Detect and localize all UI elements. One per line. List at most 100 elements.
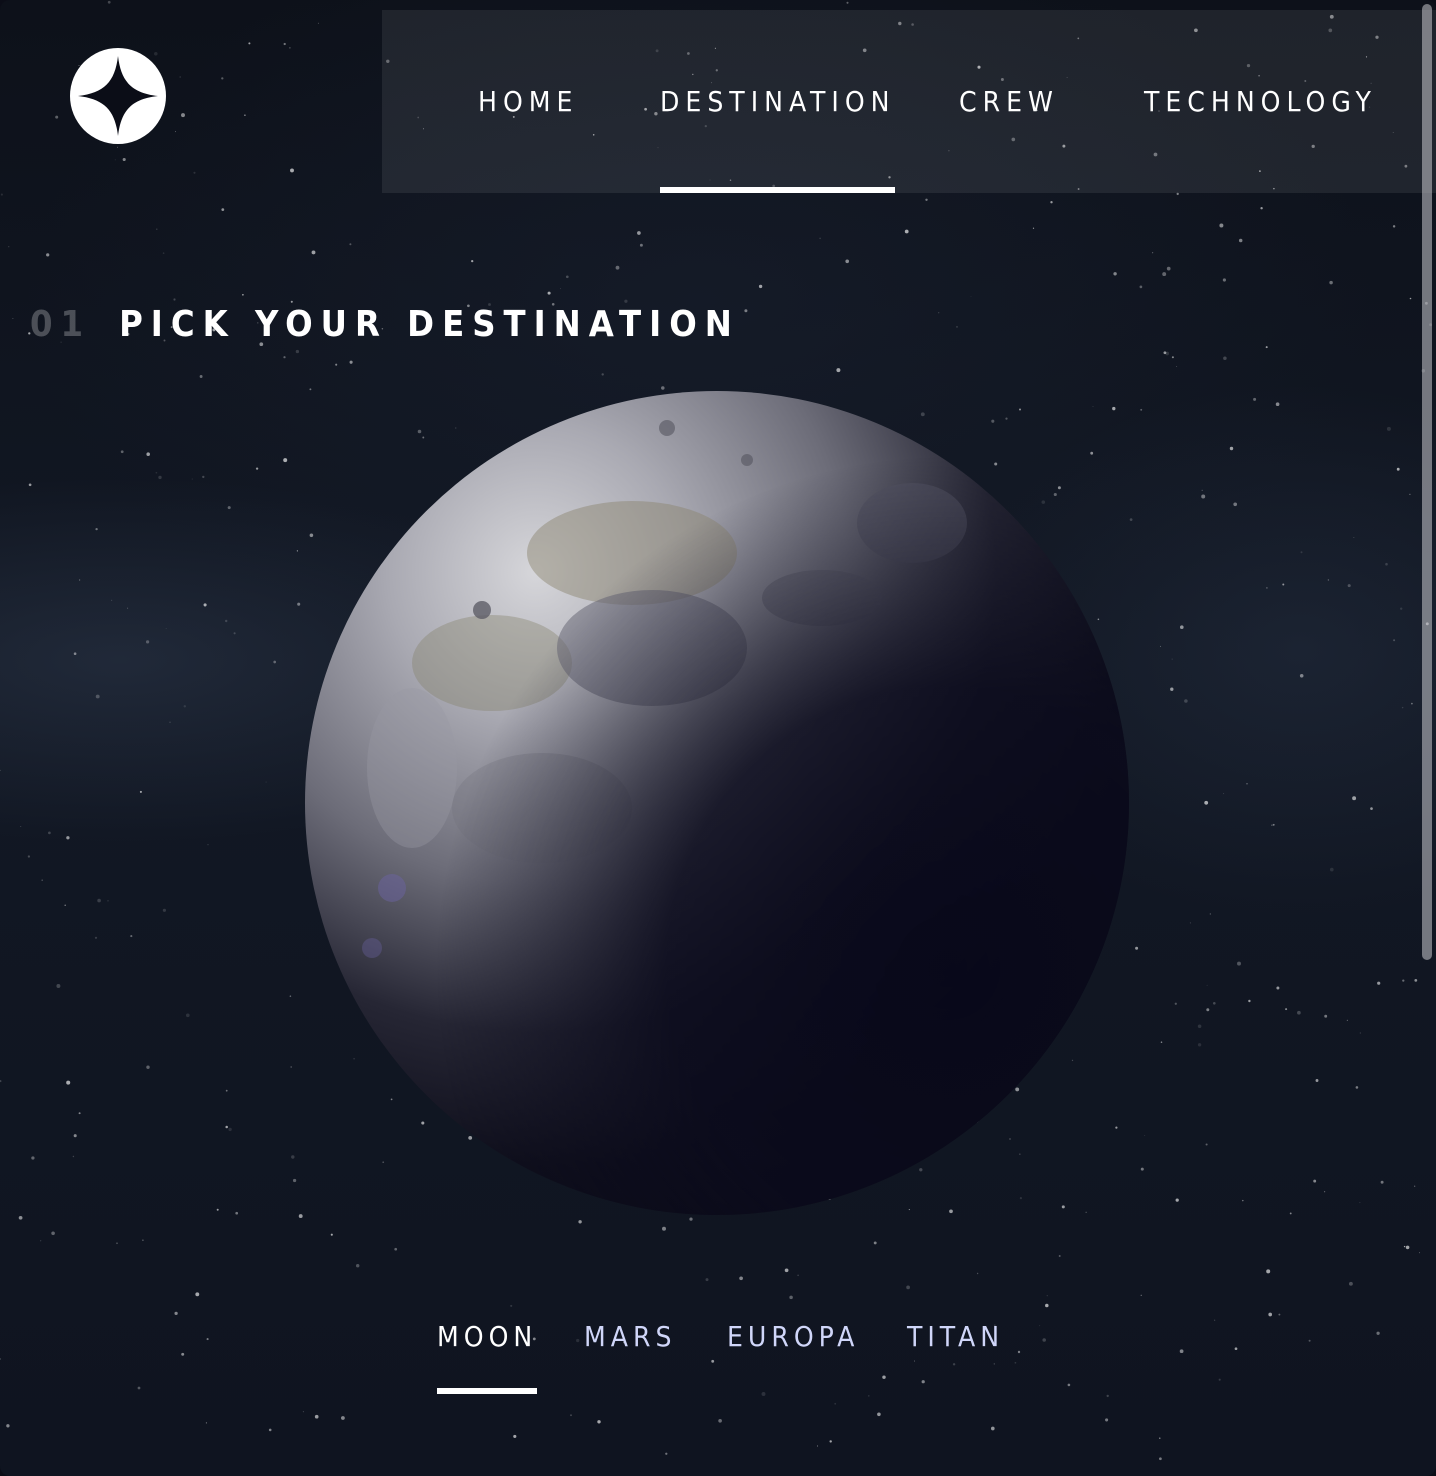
star-dot (162, 908, 166, 912)
star-dot (1419, 1252, 1421, 1254)
main-navigation: HOME DESTINATION CREW TECHNOLOGY (382, 10, 1436, 193)
star-dot (1359, 1032, 1362, 1034)
star-dot (868, 1395, 870, 1397)
star-dot (95, 527, 98, 531)
star-dot (314, 1414, 319, 1419)
star-dot (1209, 913, 1211, 915)
star-dot (28, 483, 32, 487)
destination-tabs: MOON MARS EUROPA TITAN (0, 1310, 1436, 1394)
star-dot (1144, 1134, 1146, 1136)
star-dot (1176, 366, 1178, 367)
star-dot (155, 471, 158, 474)
star-dot (207, 844, 209, 846)
destination-page: HOME DESTINATION CREW TECHNOLOGY 01 PICK… (0, 0, 1436, 1476)
star-dot (1163, 351, 1167, 355)
nav-item-technology[interactable]: TECHNOLOGY (1144, 10, 1377, 193)
star-dot (1174, 1002, 1177, 1005)
star-dot (834, 1402, 837, 1405)
nav-item-home[interactable]: HOME (478, 10, 578, 193)
star-dot (31, 1156, 35, 1160)
star-dot (122, 157, 126, 162)
star-dot (816, 1445, 819, 1447)
star-dot (1162, 272, 1167, 277)
star-dot (1205, 1143, 1208, 1146)
star-dot (938, 312, 940, 314)
star-dot (146, 452, 150, 456)
star-dot (1242, 1199, 1244, 1202)
star-dot (165, 627, 167, 630)
star-dot (1253, 397, 1257, 401)
star-dot (51, 1231, 55, 1236)
star-dot (224, 619, 228, 623)
star-dot (1409, 297, 1412, 300)
star-dot (1248, 999, 1251, 1003)
star-dot (1237, 961, 1241, 966)
star-dot (1271, 824, 1273, 826)
star-dot (1392, 225, 1396, 228)
page-title: 01 PICK YOUR DESTINATION (30, 296, 740, 352)
star-dot (1329, 280, 1333, 285)
star-dot (349, 360, 353, 364)
star-dot (1377, 981, 1381, 985)
nav-item-label: DESTINATION (660, 85, 896, 118)
star-dot (1212, 1001, 1216, 1005)
star-dot (289, 47, 291, 49)
star-dot (1405, 1245, 1410, 1250)
star-dot (784, 1268, 789, 1273)
star-dot (597, 1420, 601, 1424)
star-dot (64, 904, 66, 906)
star-dot (78, 1112, 81, 1115)
star-dot (349, 243, 352, 246)
star-dot (1106, 1394, 1109, 1398)
star-dot (1046, 1295, 1048, 1297)
star-dot (836, 368, 841, 373)
star-dot (1032, 227, 1035, 229)
tab-titan[interactable]: TITAN (907, 1310, 1004, 1394)
tab-europa[interactable]: EUROPA (727, 1310, 859, 1394)
active-tab-indicator (437, 1388, 538, 1394)
star-dot (12, 317, 14, 319)
star-dot (205, 1422, 207, 1424)
tab-moon[interactable]: MOON (437, 1310, 538, 1394)
star-dot (615, 265, 620, 270)
star-dot (1058, 1255, 1061, 1257)
star-dot (79, 579, 81, 581)
star-dot (1201, 494, 1206, 499)
nav-item-crew[interactable]: CREW (959, 10, 1059, 193)
star-dot (107, 0, 111, 4)
star-dot (1135, 946, 1139, 950)
star-dot (1206, 984, 1208, 986)
star-dot (744, 309, 748, 313)
star-dot (970, 296, 972, 298)
nav-item-destination[interactable]: DESTINATION (660, 10, 896, 193)
logo-icon[interactable] (70, 48, 166, 144)
star-dot (1380, 1180, 1384, 1184)
star-dot (1260, 207, 1263, 210)
star-dot (94, 936, 98, 939)
star-dot (705, 1278, 709, 1282)
star-dot (162, 252, 165, 254)
tab-label: TITAN (907, 1320, 1005, 1353)
star-dot (1238, 238, 1243, 243)
star-dot (56, 984, 61, 988)
star-dot (41, 879, 43, 881)
star-dot (1233, 502, 1238, 507)
star-dot (1050, 201, 1053, 204)
star-dot (221, 77, 224, 80)
star-dot (27, 855, 31, 858)
star-dot (1385, 562, 1388, 566)
star-dot (1411, 702, 1413, 705)
moon-planet-image (305, 391, 1129, 1215)
star-dot (1266, 587, 1268, 589)
star-dot (291, 1155, 295, 1159)
vertical-scrollbar[interactable] (1422, 4, 1432, 960)
tab-mars[interactable]: MARS (584, 1310, 676, 1394)
star-dot (1352, 796, 1357, 801)
star-dot (1266, 1269, 1271, 1274)
star-dot (1175, 1198, 1179, 1202)
star-dot (127, 607, 129, 609)
star-dot (1313, 1179, 1317, 1183)
star-dot (116, 1242, 118, 1245)
star-dot (73, 652, 77, 656)
star-dot (797, 1274, 799, 1277)
